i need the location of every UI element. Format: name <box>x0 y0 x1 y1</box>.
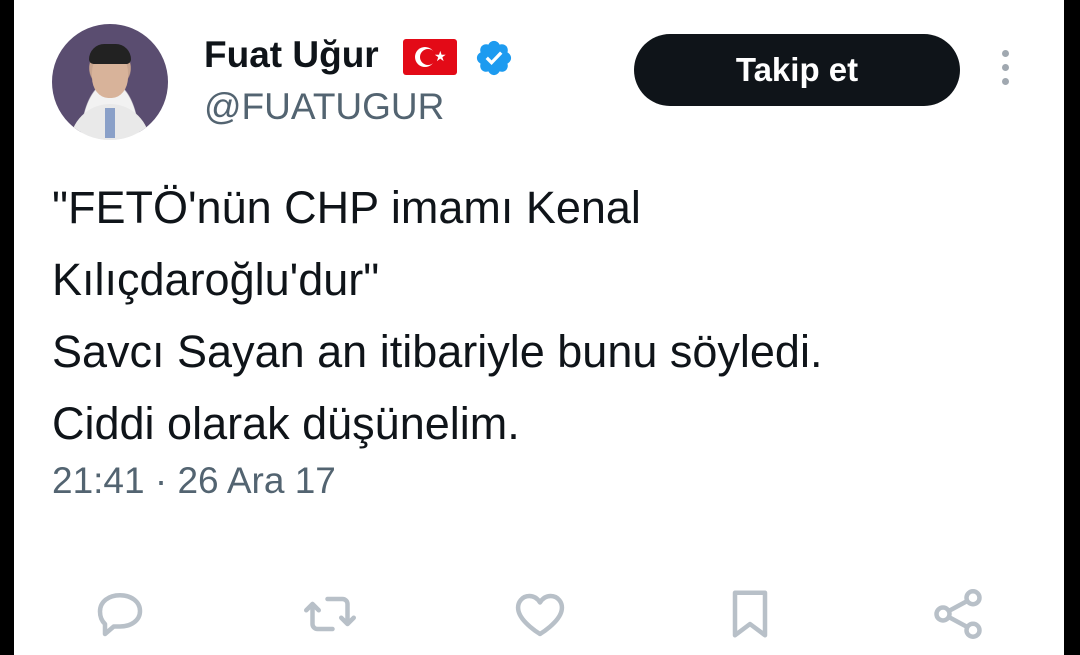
more-options-icon[interactable] <box>1000 50 1010 90</box>
retweet-icon[interactable] <box>300 584 360 644</box>
avatar[interactable] <box>52 24 168 140</box>
verified-badge-icon <box>476 40 512 76</box>
tweet-text-line: "FETÖ'nün CHP imamı Kenal <box>52 182 641 233</box>
author-name[interactable]: Fuat Uğur <box>204 34 379 76</box>
tweet-text: "FETÖ'nün CHP imamı Kenal Kılıçdaroğlu'd… <box>52 172 822 460</box>
turkey-flag-icon: ★ <box>403 39 457 75</box>
follow-button[interactable]: Takip et <box>634 34 960 106</box>
action-bar <box>14 570 1064 650</box>
avatar-hair <box>89 44 131 64</box>
avatar-tie <box>105 108 115 138</box>
tweet-text-line: Savcı Sayan an itibariyle bunu söyledi. <box>52 326 823 377</box>
reply-icon[interactable] <box>90 584 150 644</box>
like-icon[interactable] <box>510 584 570 644</box>
tweet-text-line: Ciddi olarak düşünelim. <box>52 398 520 449</box>
tweet-text-line: Kılıçdaroğlu'dur" <box>52 254 380 305</box>
flag-star: ★ <box>434 48 447 64</box>
bookmark-icon[interactable] <box>720 584 780 644</box>
tweet-timestamp[interactable]: 21:41 · 26 Ara 17 <box>52 460 336 502</box>
tweet-card: Fuat Uğur ★ @FUATUGUR Takip et "FETÖ'nün… <box>14 0 1064 655</box>
author-handle[interactable]: @FUATUGUR <box>204 86 444 128</box>
share-icon[interactable] <box>928 584 988 644</box>
